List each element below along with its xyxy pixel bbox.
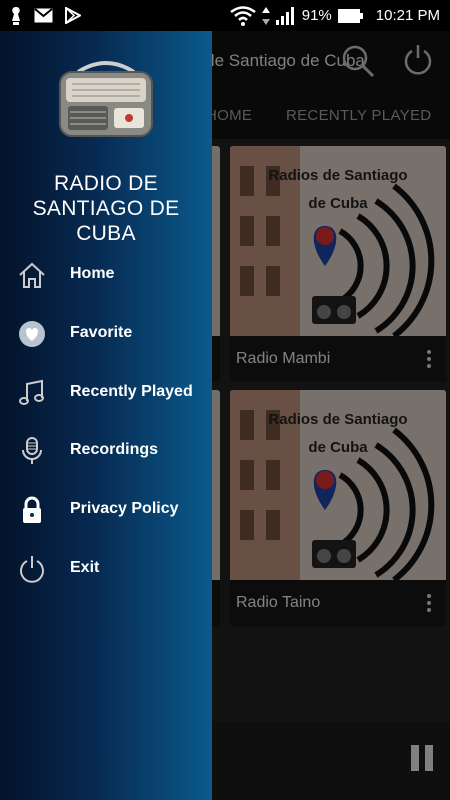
drawer-item-recordings[interactable]: Recordings [0,427,212,475]
gmail-icon [34,8,53,23]
drawer-title-line1: RADIO DE [54,172,158,195]
wifi-icon [230,5,256,26]
vintage-radio-icon [58,58,154,143]
play-store-icon [65,7,81,24]
lock-icon [17,495,47,525]
drawer-title-line2: SANTIAGO DE [32,197,180,220]
signal-icon [275,6,296,25]
drawer-item-privacy-policy[interactable]: Privacy Policy [0,486,212,534]
drawer-item-label: Home [70,265,115,282]
clock: 10:21 PM [375,7,440,24]
screen: 91% 10:21 PM Radio de Santiago de Cuba H… [0,0,450,800]
drawer-item-label: Recordings [70,441,159,458]
heart-icon [17,319,47,349]
home-icon [17,260,47,290]
drawer-item-exit[interactable]: Exit [0,545,212,593]
drawer-item-home[interactable]: Home [0,251,212,299]
notification-icon [10,6,22,26]
drawer-title: RADIO DE SANTIAGO DE CUBA [0,171,212,246]
battery-percent: 91% [301,7,332,24]
data-arrows-icon [261,6,270,25]
drawer-item-recently-played[interactable]: Recently Played [0,369,212,417]
status-bar: 91% 10:21 PM [0,0,450,31]
drawer-item-label: Exit [70,559,100,576]
battery-icon [337,8,364,24]
drawer-item-label: Recently Played [70,383,193,400]
music-note-icon [17,378,47,408]
drawer-item-label: Favorite [70,324,133,341]
drawer-title-line3: CUBA [76,222,136,245]
power-icon [17,554,47,584]
drawer-item-favorite[interactable]: Favorite [0,310,212,358]
drawer-item-label: Privacy Policy [70,500,179,517]
microphone-icon [17,436,47,466]
navigation-drawer: RADIO DE SANTIAGO DE CUBA Home Favorite … [0,31,212,800]
